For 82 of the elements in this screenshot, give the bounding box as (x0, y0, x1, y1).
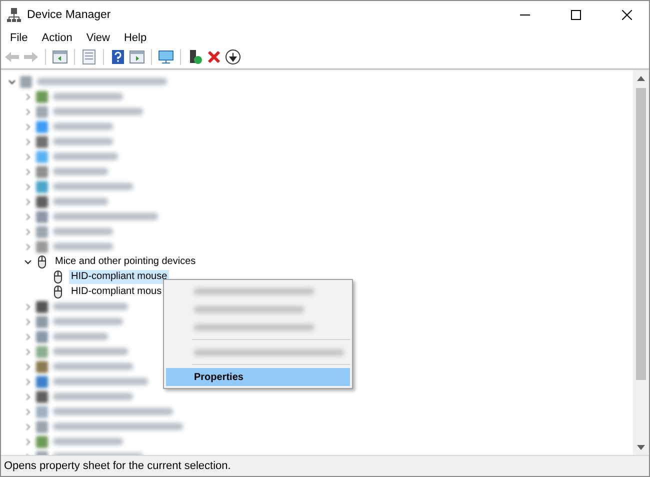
blurred-icon (36, 406, 48, 418)
blurred-label (53, 93, 123, 100)
tree-item[interactable]: HID-compliant mous (69, 284, 164, 298)
blurred-label (53, 438, 123, 445)
blurred-icon (36, 120, 48, 132)
tree-item[interactable]: Mice and other pointing devices (53, 254, 198, 268)
chevron-right-icon[interactable] (24, 392, 32, 400)
blurred-label (53, 228, 113, 235)
chevron-right-icon[interactable] (24, 378, 32, 386)
chevron-right-icon[interactable] (24, 332, 32, 340)
chevron-right-icon[interactable] (24, 242, 32, 250)
monitor-icon[interactable] (158, 49, 174, 65)
chevron-right-icon[interactable] (24, 348, 32, 356)
blurred-icon (36, 136, 48, 148)
blurred-icon (36, 166, 48, 178)
status-text: Opens property sheet for the current selection. (4, 460, 231, 472)
blurred-label (53, 168, 108, 175)
tree-item[interactable]: HID-compliant mouse (69, 270, 170, 284)
chevron-right-icon[interactable] (24, 438, 32, 446)
blurred-icon (36, 210, 48, 222)
sheet-icon[interactable] (81, 49, 97, 65)
maximize-icon[interactable] (570, 10, 580, 20)
app-icon (7, 8, 21, 22)
chevron-right-icon[interactable] (24, 92, 32, 100)
help-icon[interactable] (110, 49, 126, 65)
chevron-right-icon[interactable] (24, 122, 32, 130)
blurred-icon (36, 376, 48, 388)
blurred-label (53, 318, 123, 325)
menu-item[interactable]: Help (116, 32, 154, 44)
panel-icon[interactable] (52, 49, 68, 65)
blurred-icon (36, 316, 48, 328)
blurred-icon (36, 106, 48, 118)
chevron-right-icon[interactable] (24, 408, 32, 416)
chevron-right-icon[interactable] (24, 152, 32, 160)
chevron-right-icon[interactable] (24, 362, 32, 370)
blurred-icon (36, 300, 48, 312)
blurred-icon (36, 240, 48, 252)
blurred-label (53, 333, 108, 340)
menu-item[interactable]: Action (34, 32, 80, 44)
blurred-label (53, 153, 118, 160)
menu-item[interactable]: File (3, 32, 35, 44)
scrollbar[interactable] (633, 70, 649, 455)
blurred-label (53, 198, 108, 205)
mouse-icon (51, 270, 65, 284)
blurred-icon (36, 436, 48, 448)
blurred-icon (36, 150, 48, 162)
mouse-icon (35, 254, 49, 268)
chevron-right-icon[interactable] (24, 318, 32, 326)
chevron-down-icon[interactable] (24, 258, 32, 266)
blurred-icon (36, 390, 48, 402)
blurred-icon (36, 180, 48, 192)
panel2-icon[interactable] (129, 49, 145, 65)
chevron-right-icon[interactable] (24, 168, 32, 176)
menu-item[interactable]: View (79, 32, 117, 44)
chevron-right-icon[interactable] (24, 212, 32, 220)
blurred-icon (36, 360, 48, 372)
blurred-label (53, 138, 113, 145)
add-icon[interactable] (187, 49, 203, 65)
window-title: Device Manager (27, 9, 112, 21)
chevron-right-icon[interactable] (24, 198, 32, 206)
remove-icon[interactable] (206, 49, 222, 65)
mouse-icon (51, 284, 65, 298)
blurred-icon (36, 226, 48, 238)
blurred-icon (36, 90, 48, 102)
chevron-right-icon[interactable] (24, 182, 32, 190)
chevron-right-icon[interactable] (24, 108, 32, 116)
chevron-right-icon[interactable] (24, 138, 32, 146)
blurred-icon (36, 346, 48, 358)
menu-item[interactable]: Properties (166, 368, 350, 386)
chevron-right-icon[interactable] (24, 228, 32, 236)
chevron-right-icon[interactable] (24, 422, 32, 430)
chevron-right-icon[interactable] (24, 302, 32, 310)
blurred-icon (36, 420, 48, 432)
scroll-down-icon[interactable] (637, 444, 645, 450)
blurred-label (53, 243, 113, 250)
download-icon[interactable] (225, 49, 241, 65)
blurred-icon (20, 76, 32, 88)
scroll-up-icon[interactable] (637, 76, 645, 80)
close-icon[interactable] (622, 10, 632, 20)
blurred-icon (36, 330, 48, 342)
blurred-label (53, 123, 113, 130)
blurred-icon (36, 196, 48, 208)
